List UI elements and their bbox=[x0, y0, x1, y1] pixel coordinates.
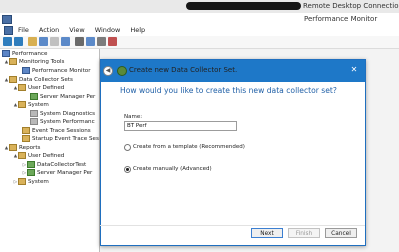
radio-template-label: Create from a template (Recommended) bbox=[133, 144, 245, 150]
folder-icon bbox=[18, 84, 26, 91]
folder-icon bbox=[18, 178, 26, 185]
back-arrow-icon[interactable]: ◀ bbox=[103, 66, 113, 76]
radio-manual[interactable] bbox=[124, 166, 131, 173]
data-collector-icon bbox=[30, 110, 38, 117]
properties-icon[interactable] bbox=[50, 37, 59, 46]
data-collector-set-icon bbox=[117, 66, 127, 76]
folder-icon bbox=[18, 101, 26, 108]
remote-desktop-title: Remote Desktop Connection bbox=[303, 2, 399, 10]
tree-item-server-manager-perf[interactable]: Server Manager Per bbox=[30, 93, 95, 101]
dialog-heading: Create new Data Collector Set. bbox=[129, 66, 238, 74]
data-collector-icon bbox=[30, 118, 38, 125]
menu-help[interactable]: Help bbox=[125, 25, 150, 35]
window-title: Performance Monitor bbox=[304, 15, 378, 23]
tree-item-system-performance[interactable]: System Performanc bbox=[30, 118, 95, 126]
next-button[interactable]: Next bbox=[251, 228, 283, 238]
tree-item-data-collector-sets[interactable]: ▲ Data Collector Sets bbox=[4, 76, 73, 84]
menu-view[interactable]: View bbox=[64, 25, 89, 35]
show-hide-tree-icon[interactable] bbox=[39, 37, 48, 46]
performance-icon bbox=[2, 50, 10, 57]
forward-icon[interactable] bbox=[14, 37, 23, 46]
tree-item-reports[interactable]: ▲ Reports bbox=[4, 144, 40, 152]
radio-template[interactable] bbox=[124, 144, 131, 151]
performance-monitor-icon bbox=[2, 15, 12, 24]
tree-item-datacollectortest[interactable]: ▷ DataCollectorTest bbox=[22, 161, 86, 169]
up-folder-icon[interactable] bbox=[28, 37, 37, 46]
chart-icon bbox=[22, 67, 30, 74]
data-collector-icon bbox=[30, 93, 38, 100]
menu-bar: File Action View Window Help bbox=[0, 25, 399, 35]
dialog-footer-divider bbox=[100, 225, 365, 226]
options-icon[interactable] bbox=[97, 37, 106, 46]
tree-item-startup-event-trace[interactable]: Startup Event Trace Ses bbox=[22, 135, 99, 143]
report-icon[interactable] bbox=[86, 37, 95, 46]
menu-action[interactable]: Action bbox=[34, 25, 64, 35]
stop-icon[interactable] bbox=[75, 37, 84, 46]
menu-file[interactable]: File bbox=[0, 25, 34, 35]
report-icon bbox=[27, 169, 35, 176]
menu-window[interactable]: Window bbox=[90, 25, 126, 35]
folder-icon bbox=[9, 76, 17, 83]
toolbar bbox=[0, 36, 399, 49]
radio-manual-label: Create manually (Advanced) bbox=[133, 166, 212, 172]
name-input[interactable] bbox=[124, 121, 237, 131]
navigation-tree: Performance ▲ Monitoring Tools Performanc… bbox=[0, 49, 100, 252]
tree-item-reports-server-manager[interactable]: ▷ Server Manager Per bbox=[22, 169, 92, 177]
tree-item-system-diagnostics[interactable]: System Diagnostics bbox=[30, 110, 95, 118]
cancel-button[interactable]: Cancel bbox=[325, 228, 357, 238]
dialog-question: How would you like to create this new da… bbox=[120, 86, 337, 95]
folder-icon bbox=[22, 135, 30, 142]
tree-item-monitoring-tools[interactable]: ▲ Monitoring Tools bbox=[4, 58, 64, 66]
name-label: Name: bbox=[124, 114, 143, 120]
folder-icon bbox=[9, 58, 17, 65]
tree-item-reports-system[interactable]: ▷ System bbox=[13, 178, 49, 186]
redacted-host-name bbox=[186, 2, 301, 10]
report-icon bbox=[27, 161, 35, 168]
help-icon[interactable] bbox=[61, 37, 70, 46]
delete-icon[interactable] bbox=[108, 37, 117, 46]
tree-item-user-defined[interactable]: ▲ User Defined bbox=[13, 84, 64, 92]
tree-item-reports-user-defined[interactable]: ▲ User Defined bbox=[13, 152, 64, 160]
back-icon[interactable] bbox=[3, 37, 12, 46]
close-icon[interactable]: ✕ bbox=[349, 65, 359, 74]
folder-icon bbox=[18, 152, 26, 159]
tree-item-performance[interactable]: Performance bbox=[2, 50, 47, 58]
finish-button[interactable]: Finish bbox=[288, 228, 320, 238]
report-folder-icon bbox=[9, 144, 17, 151]
tree-item-performance-monitor[interactable]: Performance Monitor bbox=[22, 67, 91, 75]
tree-item-system[interactable]: ▲ System bbox=[13, 101, 49, 109]
tree-item-event-trace-sessions[interactable]: Event Trace Sessions bbox=[22, 127, 91, 135]
folder-icon bbox=[22, 127, 30, 134]
